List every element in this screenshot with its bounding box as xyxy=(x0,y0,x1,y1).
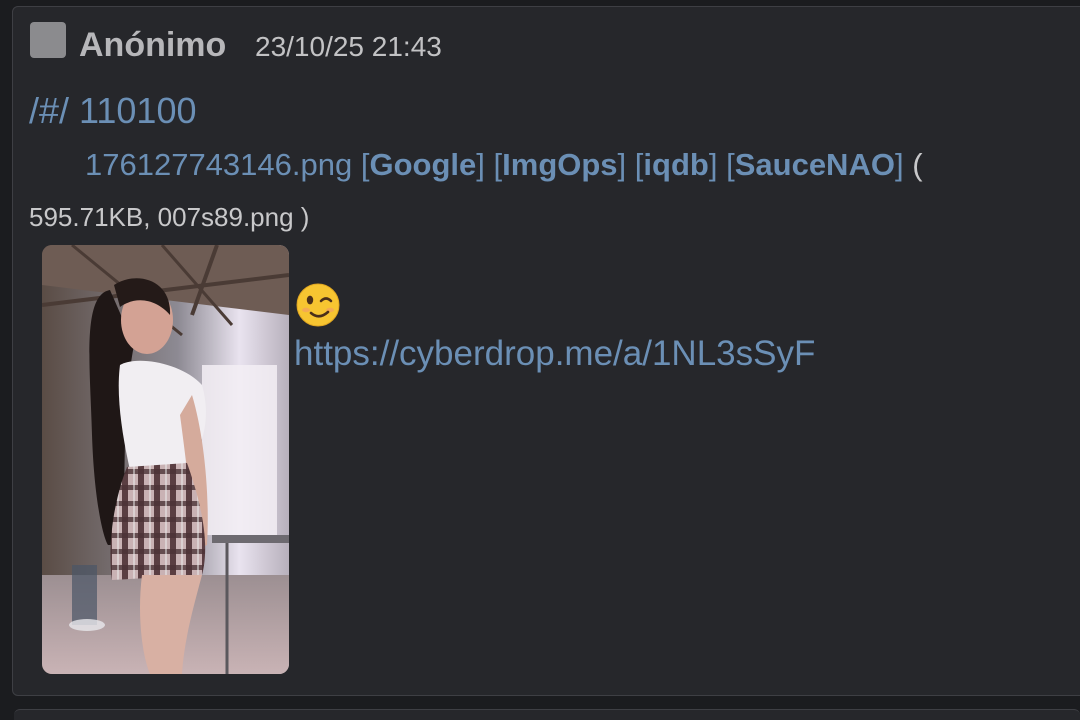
post-container: Anónimo 23/10/25 21:43 /#/ 110100 176127… xyxy=(12,6,1080,696)
file-size-info: 595.71KB, 007s89.png ) xyxy=(29,202,310,232)
file-name-link[interactable]: 176127743146.png xyxy=(85,147,352,182)
post-image-thumbnail[interactable] xyxy=(42,245,289,674)
post-number-link[interactable]: /#/ 110100 xyxy=(29,89,196,133)
saucenao-link[interactable]: SauceNAO xyxy=(735,147,895,182)
next-post-edge xyxy=(14,709,1080,720)
post-author: Anónimo xyxy=(79,26,227,64)
external-link[interactable]: https://cyberdrop.me/a/1NL3sSyF xyxy=(294,333,815,375)
post-date: 23/10/25 21:43 xyxy=(255,31,442,62)
winking-face-icon xyxy=(296,283,340,327)
imgops-link[interactable]: ImgOps xyxy=(502,147,617,182)
google-search-link[interactable]: Google xyxy=(369,147,476,182)
file-info-line: 176127743146.png [Google] [ImgOps] [iqdb… xyxy=(85,147,923,182)
iqdb-link[interactable]: iqdb xyxy=(643,147,708,182)
post-select-checkbox[interactable] xyxy=(30,22,66,58)
file-info-open-paren: ( xyxy=(912,147,923,182)
